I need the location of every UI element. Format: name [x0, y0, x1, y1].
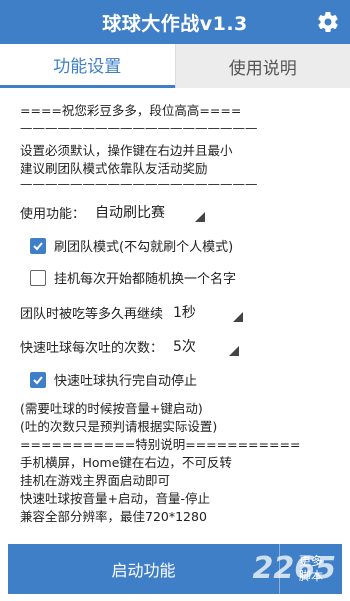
- eat-wait-label: 团队时被吃等多久再继续: [20, 306, 164, 322]
- notes-line: 兼容全部分辨率，最佳720*1280: [20, 509, 207, 524]
- settings-panel: ====祝您彩豆多多，段位高高==== ——————————————————— …: [0, 88, 350, 543]
- team-mode-label: 刷团队模式(不勾就刷个人模式): [54, 240, 234, 255]
- special-notes-header: ===========特别说明===========: [20, 437, 301, 452]
- notes-line: (吐的次数只是预判请根据实际设置): [20, 419, 218, 434]
- tab-label: 功能设置: [53, 57, 122, 77]
- tab-bar: 功能设置 使用说明: [0, 44, 350, 88]
- divider-line: ———————————————————: [20, 120, 258, 135]
- notes-line: 设置必须默认，操作键在右边并且最小: [20, 143, 233, 158]
- start-function-label: 启动功能: [111, 561, 176, 580]
- checkmark-icon: [33, 241, 43, 250]
- tab-function-settings[interactable]: 功能设置: [0, 44, 175, 88]
- spit-count-row: 快速吐球每次吐的次数： 5次: [20, 334, 240, 358]
- title-bar: 球球大作战v1.3: [0, 0, 350, 44]
- notes-line: 建议刷团队模式依靠队友活动奖励: [20, 161, 208, 176]
- function-row: 使用功能： 自动刷比赛: [20, 200, 206, 224]
- auto-stop-checkbox[interactable]: [30, 371, 46, 388]
- bottom-action-bar: 启动功能 更多 脚本 2265: [8, 544, 342, 594]
- divider-line: ———————————————————: [20, 176, 258, 191]
- more-scripts-label-line1: 更多: [298, 554, 323, 568]
- start-function-button[interactable]: 启动功能: [8, 544, 279, 594]
- tab-instructions[interactable]: 使用说明: [174, 44, 350, 88]
- notes-line: 快速吐球按音量+启动，音量-停止: [20, 491, 210, 506]
- team-mode-checkbox-row[interactable]: 刷团队模式(不勾就刷个人模式): [30, 236, 233, 255]
- random-name-checkbox-row[interactable]: 挂机每次开始都随机换一个名字: [30, 268, 236, 287]
- gear-icon: [318, 11, 338, 33]
- eat-wait-select[interactable]: 1秒: [173, 300, 244, 324]
- more-scripts-button[interactable]: 更多 脚本: [279, 544, 342, 594]
- dropdown-arrow-icon: [233, 312, 244, 322]
- auto-stop-checkbox-row[interactable]: 快速吐球执行完自动停止: [30, 370, 197, 389]
- auto-stop-label: 快速吐球执行完自动停止: [54, 374, 198, 389]
- spit-count-select[interactable]: 5次: [173, 334, 240, 358]
- dropdown-arrow-icon: [229, 346, 240, 356]
- eat-wait-value: 1秒: [173, 305, 196, 321]
- function-label: 使用功能：: [20, 206, 86, 222]
- notes-line: 挂机在游戏主界面启动即可: [20, 473, 171, 488]
- settings-button[interactable]: [314, 8, 342, 36]
- random-name-checkbox[interactable]: [30, 269, 46, 286]
- spit-count-label: 快速吐球每次吐的次数：: [20, 340, 164, 356]
- app-title: 球球大作战v1.3: [102, 12, 248, 35]
- random-name-label: 挂机每次开始都随机换一个名字: [54, 272, 237, 287]
- spit-count-value: 5次: [173, 339, 196, 355]
- notes-line: ====祝您彩豆多多，段位高高====: [20, 103, 242, 118]
- function-value: 自动刷比赛: [95, 205, 166, 221]
- notes-line: 手机横屏，Home键在右边，不可反转: [20, 455, 232, 470]
- eat-wait-row: 团队时被吃等多久再继续 1秒: [20, 300, 244, 324]
- more-scripts-label-line2: 脚本: [298, 569, 323, 583]
- checkmark-icon: [33, 375, 43, 384]
- notes-line: (需要吐球的时候按音量+键启动): [20, 401, 203, 416]
- dropdown-arrow-icon: [195, 212, 206, 222]
- team-mode-checkbox[interactable]: [30, 237, 46, 254]
- tab-label: 使用说明: [228, 58, 297, 79]
- function-select[interactable]: 自动刷比赛: [95, 200, 206, 224]
